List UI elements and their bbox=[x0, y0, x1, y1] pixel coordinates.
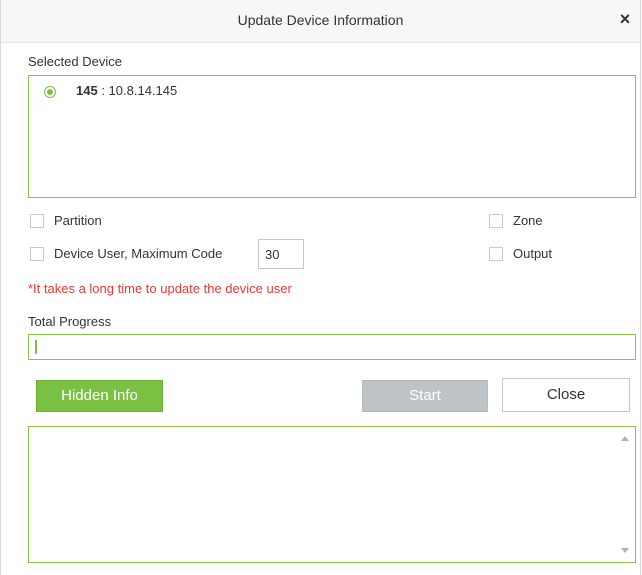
zone-checkbox[interactable] bbox=[489, 214, 503, 228]
partition-label: Partition bbox=[54, 213, 102, 228]
selected-device-list: 145 : 10.8.14.145 bbox=[28, 75, 636, 198]
hidden-info-button[interactable]: Hidden Info bbox=[36, 380, 163, 412]
maximum-code-input[interactable] bbox=[258, 239, 304, 269]
scroll-down-arrow-icon[interactable] bbox=[621, 548, 629, 553]
progress-fill bbox=[35, 340, 37, 354]
close-button[interactable]: Close bbox=[502, 378, 630, 412]
total-progress-bar bbox=[28, 334, 636, 360]
dialog-titlebar: Update Device Information × bbox=[1, 0, 640, 43]
update-device-dialog: Update Device Information × Selected Dev… bbox=[0, 0, 641, 575]
scroll-up-arrow-icon[interactable] bbox=[621, 436, 629, 441]
total-progress-label: Total Progress bbox=[28, 314, 112, 329]
device-user-checkbox[interactable] bbox=[30, 247, 44, 261]
output-label: Output bbox=[513, 246, 553, 261]
radio-selected-icon[interactable] bbox=[44, 86, 56, 98]
device-id: 145 bbox=[76, 83, 98, 98]
log-output-area[interactable] bbox=[28, 426, 636, 563]
output-checkbox[interactable] bbox=[489, 247, 503, 261]
zone-label: Zone bbox=[513, 213, 543, 228]
dialog-title: Update Device Information bbox=[237, 12, 404, 28]
start-button[interactable]: Start bbox=[362, 380, 488, 412]
selected-device-label: Selected Device bbox=[28, 54, 122, 69]
partition-checkbox[interactable] bbox=[30, 214, 44, 228]
device-ip: 10.8.14.145 bbox=[108, 83, 178, 98]
device-list-item[interactable]: 145 : 10.8.14.145 bbox=[76, 83, 177, 98]
device-user-label: Device User, Maximum Code bbox=[54, 246, 223, 261]
close-icon[interactable]: × bbox=[616, 10, 634, 28]
device-separator: : bbox=[97, 83, 109, 98]
update-time-warning: *It takes a long time to update the devi… bbox=[28, 281, 292, 296]
